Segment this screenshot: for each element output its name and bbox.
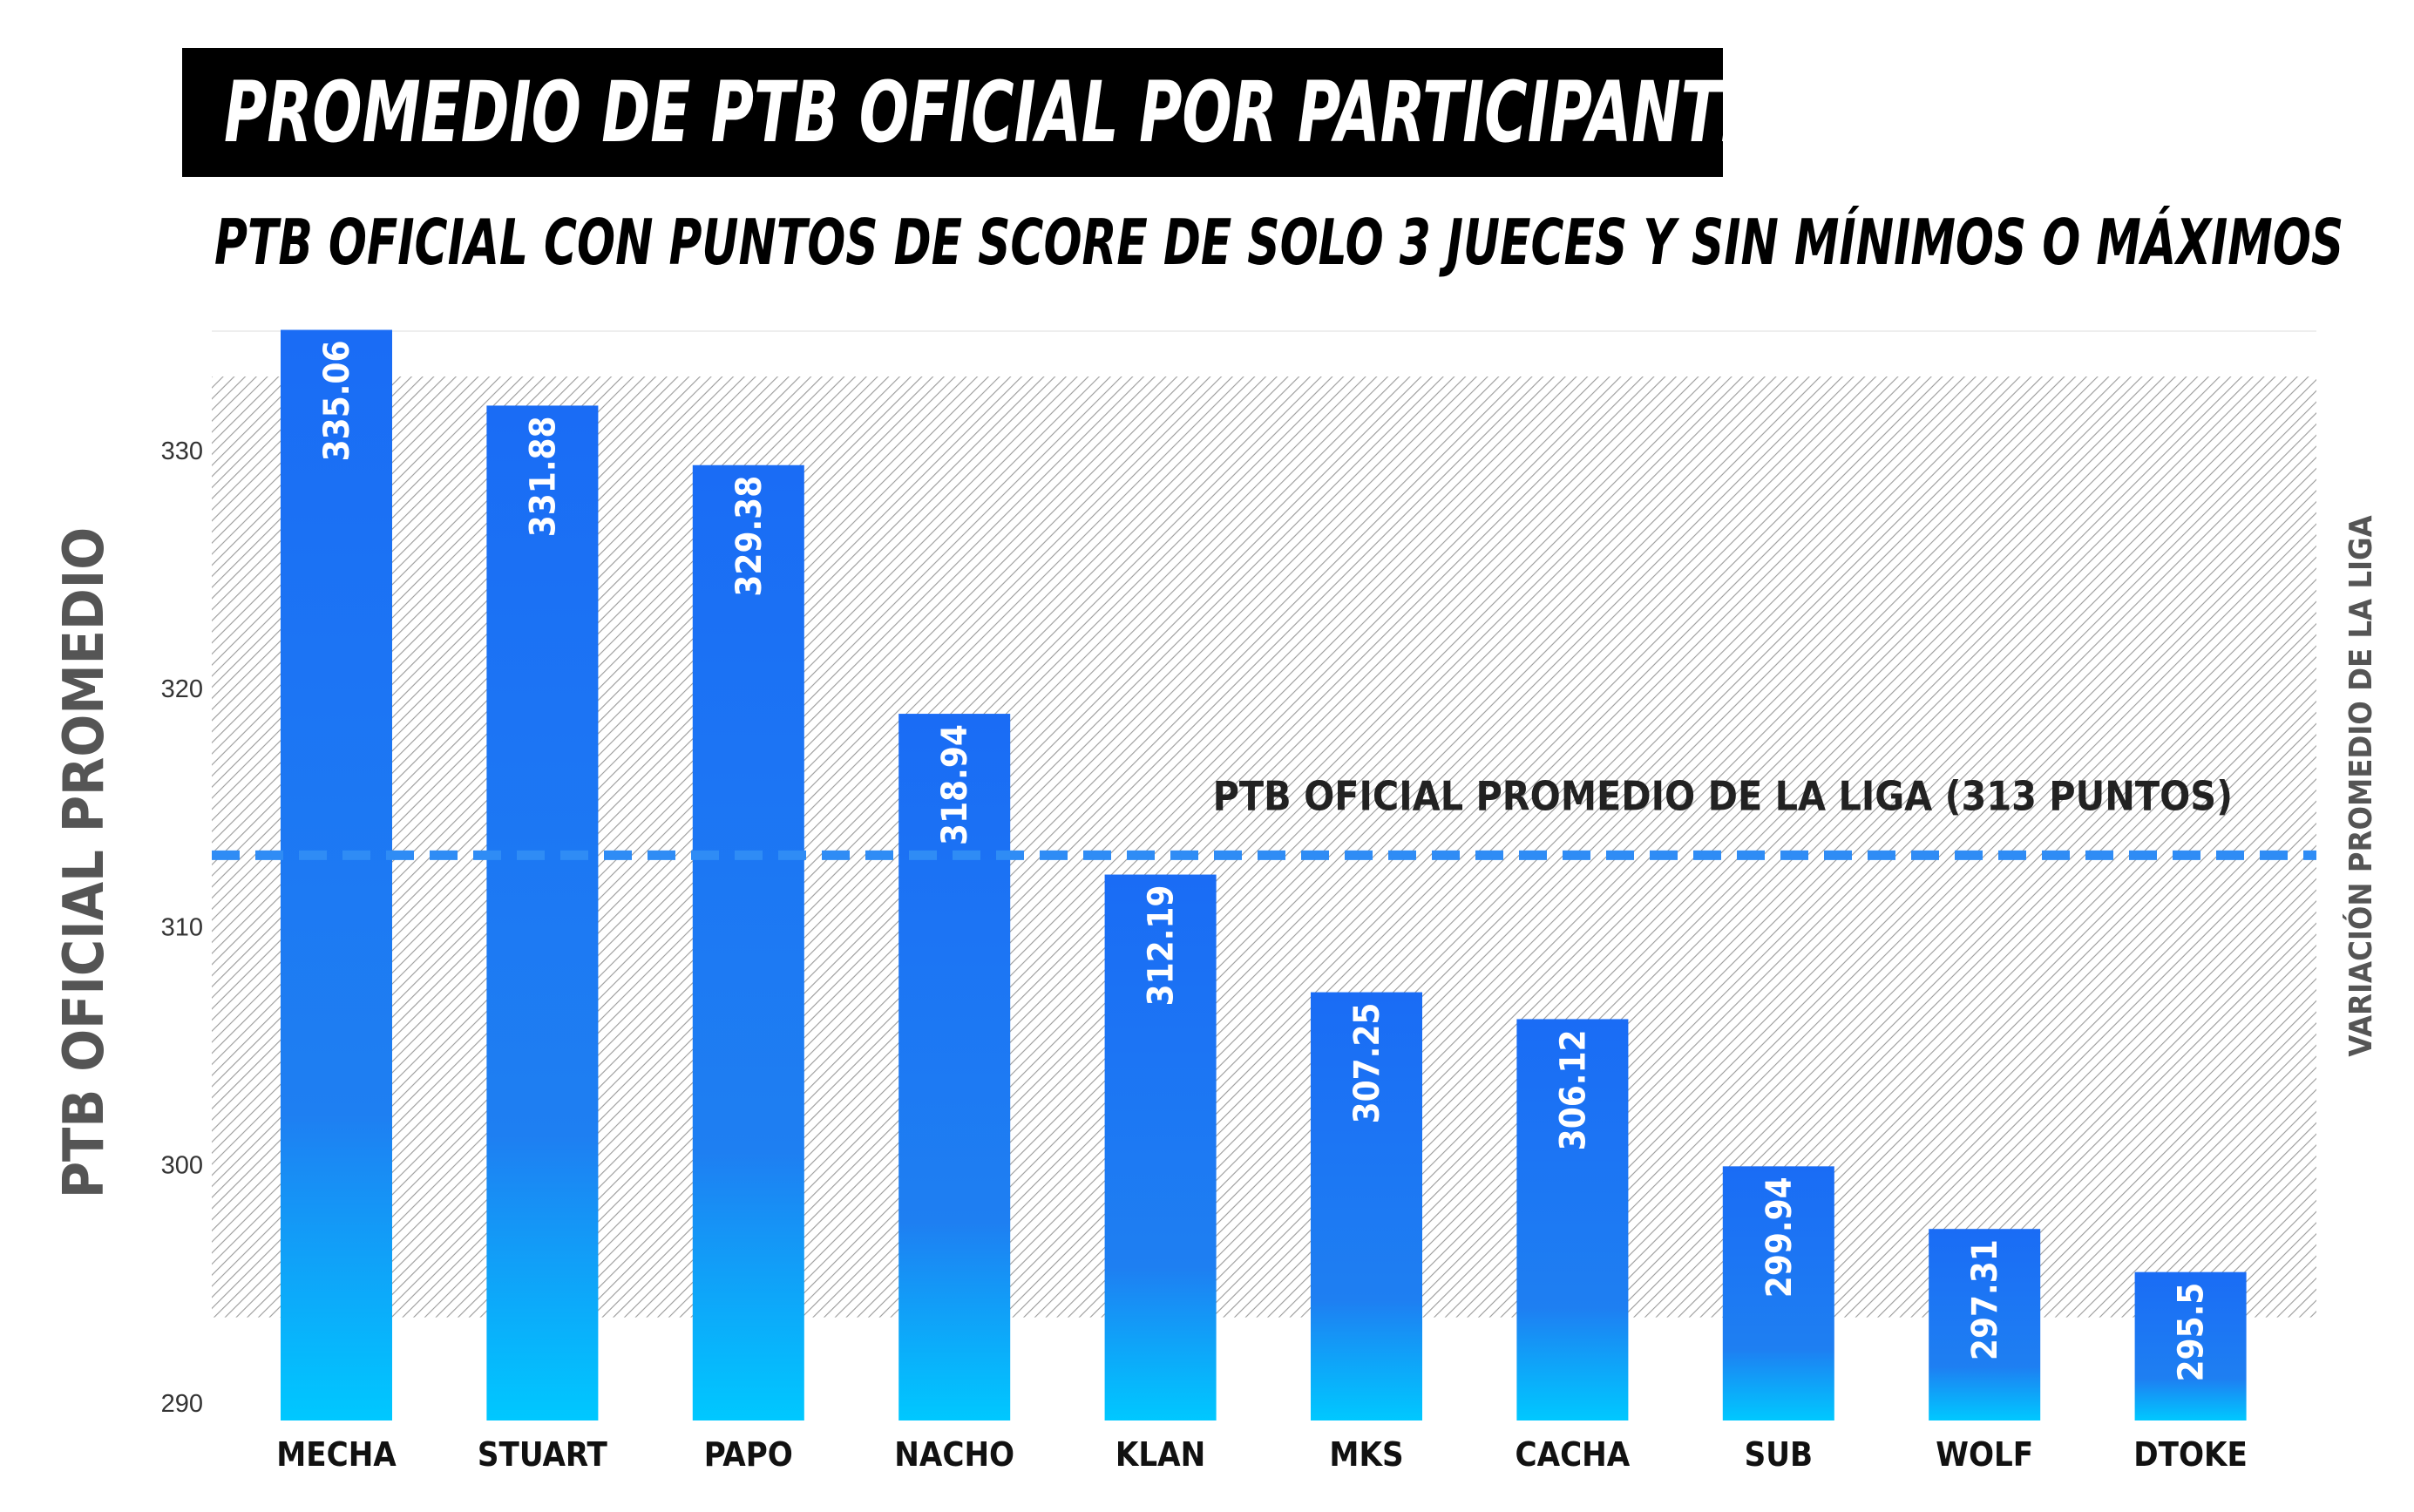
bar-value-label: 299.94	[1760, 1176, 1800, 1298]
bar-value-label: 295.5	[2172, 1283, 2212, 1382]
category-label: MKS	[1329, 1435, 1403, 1474]
bar-value-label: 306.12	[1553, 1029, 1593, 1150]
y-tick-label: 310	[161, 913, 203, 941]
bar	[281, 329, 392, 1420]
bar-value-label: 312.19	[1142, 885, 1182, 1007]
right-axis-title: VARIACIÓN PROMEDIO DE LA LIGA	[2343, 515, 2379, 1056]
chart-canvas: PROMEDIO DE PTB OFICIAL POR PARTICIPANTE…	[0, 0, 2414, 1512]
category-label: DTOKE	[2133, 1435, 2248, 1474]
y-tick-label: 300	[161, 1152, 203, 1180]
bar	[692, 464, 804, 1420]
bar-value-label: 307.25	[1347, 1003, 1387, 1124]
category-label: WOLF	[1936, 1435, 2033, 1474]
bar-value-label: 329.38	[729, 476, 770, 597]
league-average-label: PTB OFICIAL PROMEDIO DE LA LIGA (313 PUN…	[1213, 772, 2233, 819]
bar-value-label: 335.06	[317, 341, 357, 462]
bar-value-label: 331.88	[523, 416, 563, 537]
bar-value-label: 318.94	[935, 724, 975, 845]
y-tick-label: 290	[161, 1390, 203, 1418]
category-label: SUB	[1745, 1435, 1813, 1474]
category-label: NACHO	[894, 1435, 1014, 1474]
category-label: MECHA	[276, 1435, 397, 1474]
bar-value-label: 297.31	[1965, 1239, 2005, 1360]
category-label: CACHA	[1516, 1435, 1631, 1474]
y-axis-ticks: 290 300 310 320 330	[161, 437, 203, 1418]
y-tick-label: 320	[161, 675, 203, 703]
category-label: PAPO	[704, 1435, 793, 1474]
y-tick-label: 330	[161, 437, 203, 465]
category-label: STUART	[478, 1435, 608, 1474]
x-axis-labels: MECHA STUART PAPO NACHO KLAN MKS CACHA SUB WOLF D…	[276, 1435, 2248, 1474]
bar	[486, 405, 599, 1421]
category-label: KLAN	[1115, 1435, 1205, 1474]
y-axis-title: PTB OFICIAL PROMEDIO	[52, 527, 117, 1198]
bar-chart: 290 300 310 320 330 335.06 331.88 329.38 318.94…	[52, 329, 2379, 1474]
